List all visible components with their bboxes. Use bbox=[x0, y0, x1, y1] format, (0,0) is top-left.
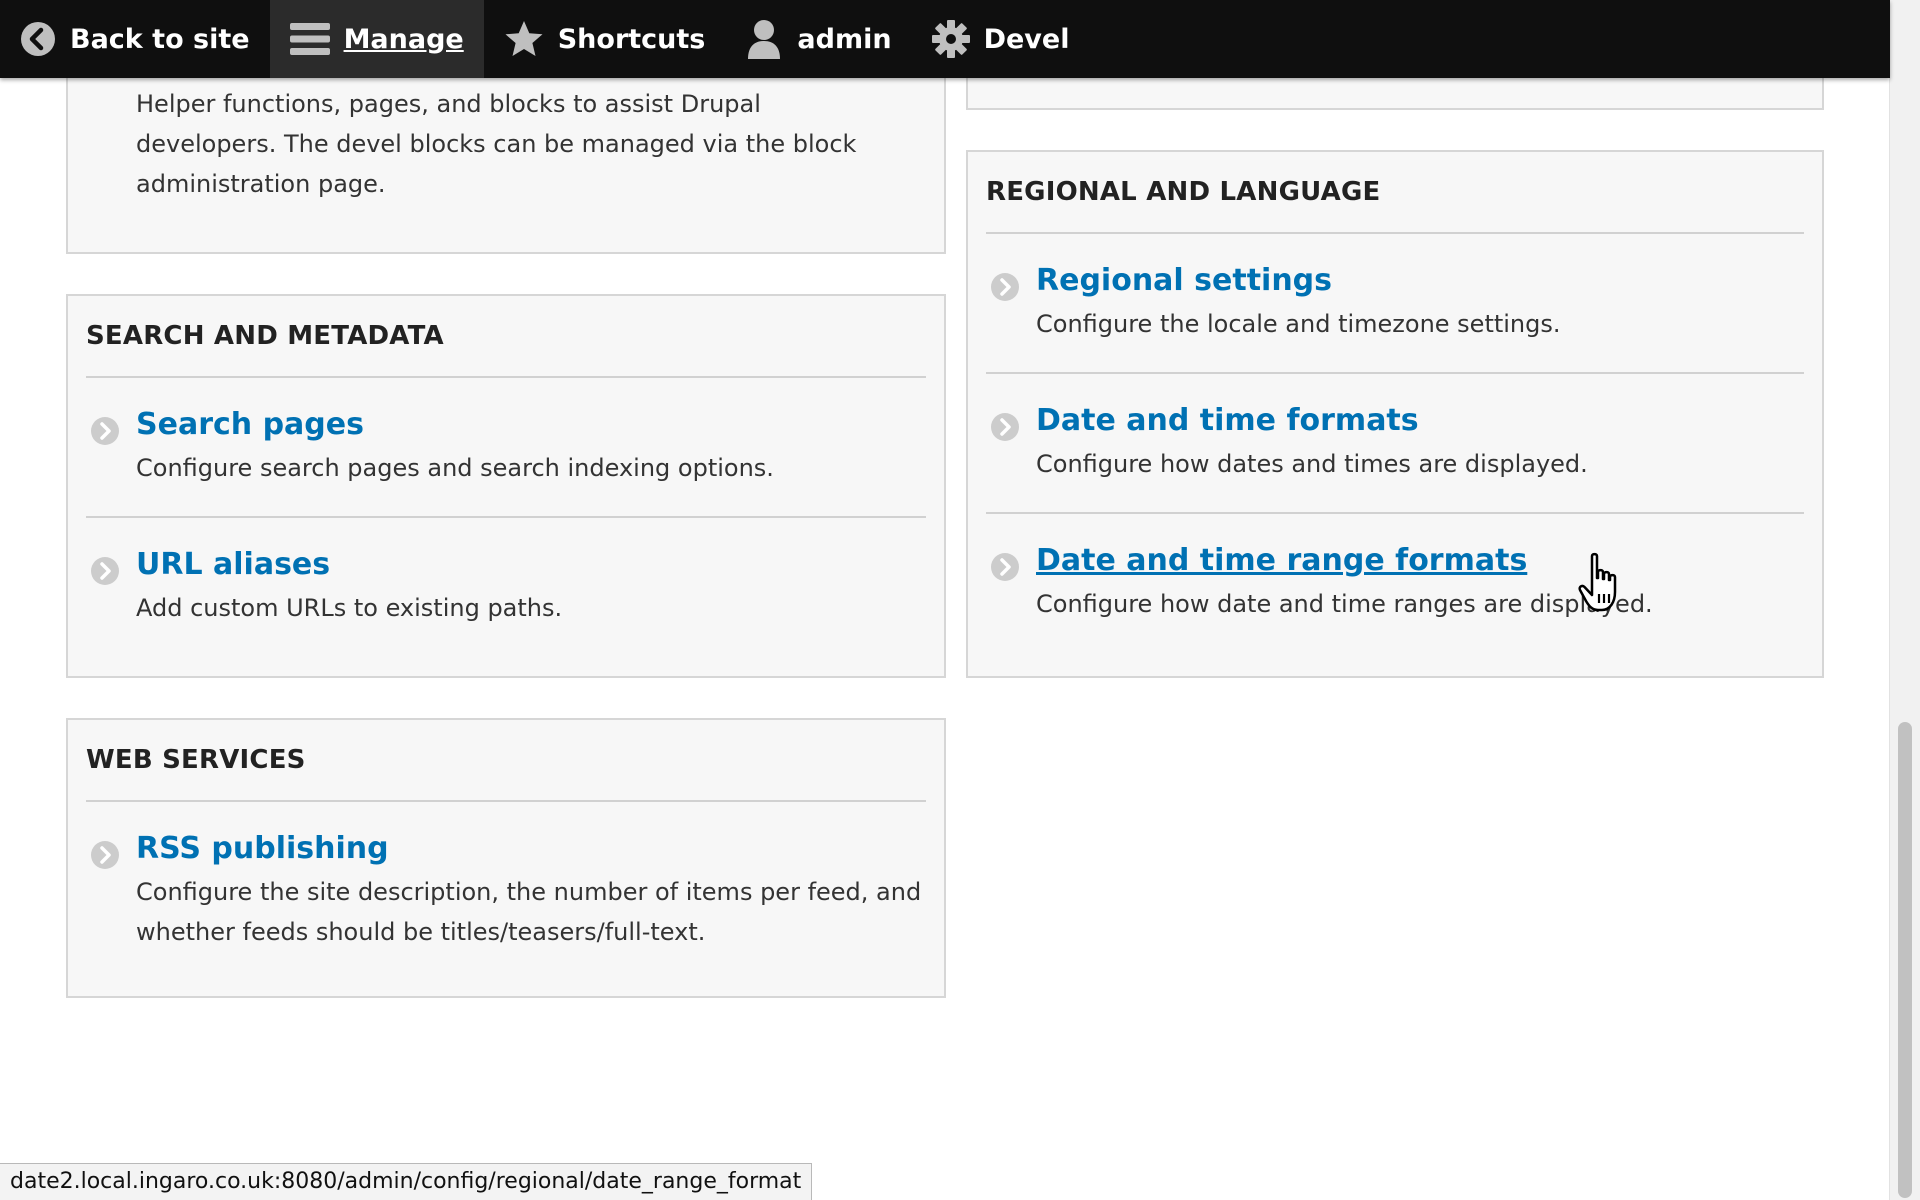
regional-language-panel: REGIONAL AND LANGUAGE Regional settings … bbox=[966, 150, 1824, 678]
date-time-formats-link[interactable]: Date and time formats bbox=[1036, 402, 1419, 440]
list-item: Date and time range formats Configure ho… bbox=[986, 512, 1804, 652]
item-description: Configure the site description, the numb… bbox=[136, 878, 922, 946]
web-services-panel: WEB SERVICES RSS publishing Configure th… bbox=[66, 718, 946, 998]
toolbar-manage-label: Manage bbox=[343, 23, 464, 55]
search-metadata-panel: SEARCH AND METADATA Search pages Configu… bbox=[66, 294, 946, 678]
toolbar-devel-label: Devel bbox=[983, 23, 1070, 55]
hand-pointer-icon bbox=[1578, 552, 1617, 612]
toolbar-user-label: admin bbox=[797, 23, 892, 55]
toolbar-shortcuts-label: Shortcuts bbox=[557, 23, 706, 55]
item-description: Configure how dates and times are displa… bbox=[1036, 450, 1588, 478]
item-description: Configure the locale and timezone settin… bbox=[1036, 310, 1561, 338]
chevron-circle-icon bbox=[991, 273, 1019, 301]
gear-icon bbox=[931, 20, 970, 58]
chevron-circle-icon bbox=[991, 413, 1019, 441]
vertical-scrollbar[interactable] bbox=[1889, 0, 1920, 1200]
chevron-circle-icon bbox=[991, 553, 1019, 581]
panel-title: REGIONAL AND LANGUAGE bbox=[986, 177, 1381, 207]
list-item: RSS publishing Configure the site descri… bbox=[68, 802, 944, 980]
toolbar-back-label: Back to site bbox=[70, 23, 250, 55]
star-icon bbox=[505, 21, 543, 56]
list-item: Search pages Configure search pages and … bbox=[68, 378, 944, 516]
toolbar-back-to-site[interactable]: Back to site bbox=[0, 0, 270, 78]
chevron-circle-icon bbox=[91, 557, 119, 585]
devel-description: Helper functions, pages, and blocks to a… bbox=[136, 90, 857, 198]
page: Back to site Manage Shortcuts admin Deve… bbox=[0, 0, 1920, 1200]
panel-title: WEB SERVICES bbox=[86, 745, 306, 775]
date-time-range-formats-link[interactable]: Date and time range formats bbox=[1036, 542, 1527, 580]
admin-toolbar: Back to site Manage Shortcuts admin Deve… bbox=[0, 0, 1890, 78]
toolbar-manage[interactable]: Manage bbox=[269, 0, 484, 78]
toolbar-devel[interactable]: Devel bbox=[912, 0, 1090, 78]
search-pages-link[interactable]: Search pages bbox=[136, 406, 364, 444]
panel-title: SEARCH AND METADATA bbox=[86, 321, 444, 351]
back-arrow-icon bbox=[21, 22, 55, 56]
user-icon bbox=[748, 20, 781, 59]
chevron-circle-icon bbox=[91, 417, 119, 445]
chevron-circle-icon bbox=[91, 841, 119, 869]
list-item: Regional settings Configure the locale a… bbox=[968, 234, 1822, 372]
url-aliases-link[interactable]: URL aliases bbox=[136, 546, 330, 584]
toolbar-user[interactable]: admin bbox=[725, 0, 911, 78]
scrollbar-thumb[interactable] bbox=[1898, 722, 1912, 1198]
hamburger-icon bbox=[289, 23, 330, 55]
item-description: Configure how date and time ranges are d… bbox=[1036, 590, 1653, 618]
regional-settings-link[interactable]: Regional settings bbox=[1036, 262, 1332, 300]
item-description: Configure search pages and search indexi… bbox=[136, 454, 774, 482]
rss-publishing-link[interactable]: RSS publishing bbox=[136, 830, 389, 868]
toolbar-shortcuts[interactable]: Shortcuts bbox=[484, 0, 726, 78]
status-bar-url: date2.local.ingaro.co.uk:8080/admin/conf… bbox=[0, 1163, 813, 1200]
list-item: Date and time formats Configure how date… bbox=[986, 372, 1804, 512]
item-description: Add custom URLs to existing paths. bbox=[136, 594, 563, 622]
list-item: URL aliases Add custom URLs to existing … bbox=[86, 516, 926, 656]
